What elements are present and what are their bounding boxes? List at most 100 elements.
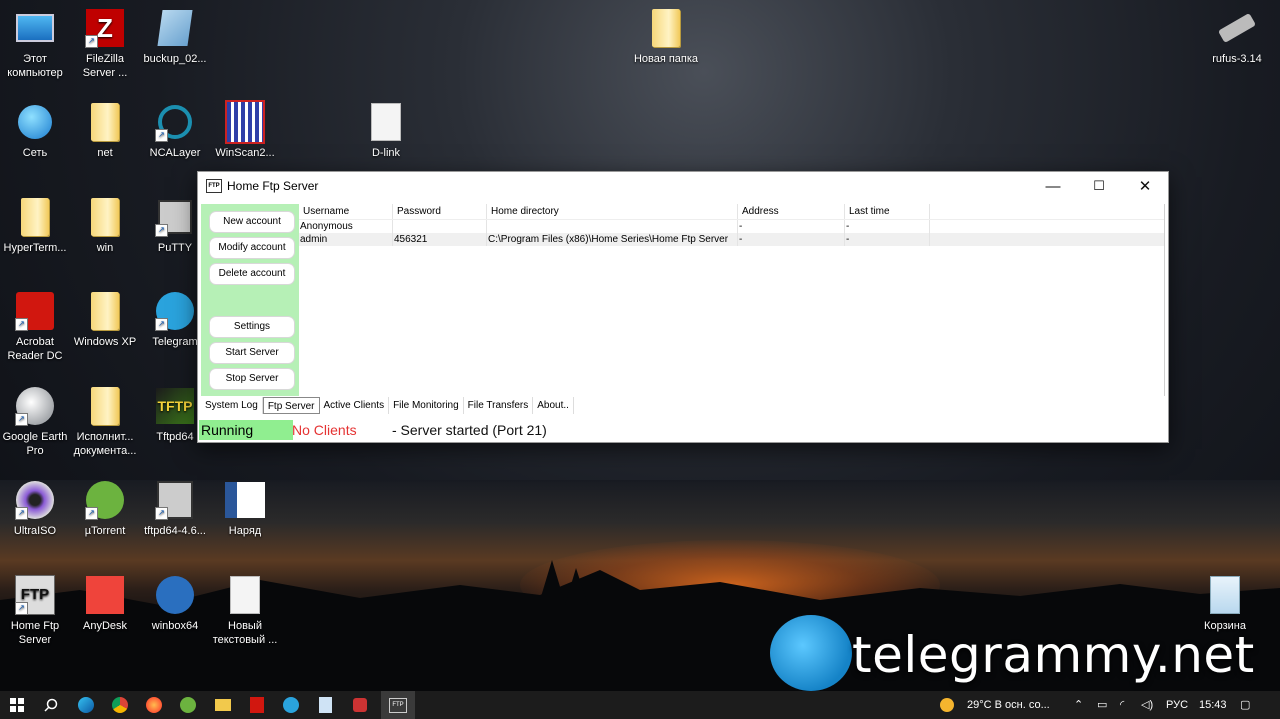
status-running: Running bbox=[199, 420, 293, 440]
acrobat-icon: ↗ bbox=[15, 291, 55, 331]
modify-account-button[interactable]: Modify account bbox=[209, 237, 295, 259]
desktop-icon-label: Home Ftp Server bbox=[10, 620, 60, 646]
desktop-icon[interactable]: Исполнит... документа... bbox=[70, 386, 140, 458]
start-server-button[interactable]: Start Server bbox=[209, 342, 295, 364]
telegram-taskbar-icon[interactable] bbox=[274, 691, 308, 719]
wifi-icon[interactable]: ◜ bbox=[1120, 691, 1124, 719]
desktop-icon-label: Сеть bbox=[22, 147, 48, 159]
folder-icon bbox=[85, 291, 125, 331]
anydesk-icon bbox=[85, 575, 125, 615]
tab-file-monitoring[interactable]: File Monitoring bbox=[389, 397, 464, 414]
desktop-icon[interactable]: Windows XP bbox=[70, 291, 140, 349]
battery-icon[interactable]: ▭ bbox=[1097, 691, 1107, 719]
tab-file-transfers[interactable]: File Transfers bbox=[464, 397, 534, 414]
desktop-icon[interactable]: Корзина bbox=[1190, 575, 1260, 633]
language-indicator[interactable]: РУС bbox=[1166, 691, 1188, 719]
desktop-icon[interactable]: HyperTerm... bbox=[0, 197, 70, 255]
desktop-icon-label: UltraISO bbox=[13, 525, 57, 537]
shortcut-arrow-icon: ↗ bbox=[85, 507, 98, 520]
utorrent-icon: ↗ bbox=[85, 480, 125, 520]
desktop-icon[interactable]: winbox64 bbox=[140, 575, 210, 633]
column-password[interactable]: Password bbox=[393, 204, 487, 219]
table-row[interactable]: Anonymous - - bbox=[299, 220, 1164, 233]
accounts-table[interactable]: Username Password Home directory Address… bbox=[299, 204, 1165, 396]
desktop-icon-label: WinScan2... bbox=[215, 147, 275, 159]
settings-button[interactable]: Settings bbox=[209, 316, 295, 338]
desktop-icon[interactable]: Этот компьютер bbox=[0, 8, 70, 80]
server-panel: New account Modify account Delete accoun… bbox=[201, 204, 1165, 396]
table-row[interactable]: admin 456321 C:\Program Files (x86)\Home… bbox=[299, 233, 1164, 246]
desktop-icon[interactable]: Новая папка bbox=[631, 8, 701, 66]
desktop-icon[interactable]: Наряд bbox=[210, 480, 280, 538]
notepad-taskbar-icon[interactable] bbox=[308, 691, 342, 719]
column-home-directory[interactable]: Home directory bbox=[487, 204, 738, 219]
tab-about[interactable]: About.. bbox=[533, 397, 574, 414]
close-button[interactable]: ✕ bbox=[1122, 172, 1168, 200]
maximize-button[interactable]: ☐ bbox=[1076, 172, 1122, 200]
search-icon[interactable] bbox=[34, 691, 68, 719]
tab-ftp-server[interactable]: Ftp Server bbox=[262, 397, 320, 414]
delete-account-button[interactable]: Delete account bbox=[209, 263, 295, 285]
usb-drive-icon bbox=[1217, 8, 1257, 48]
shortcut-arrow-icon: ↗ bbox=[155, 507, 168, 520]
edge-icon[interactable] bbox=[69, 691, 103, 719]
windows-start-icon[interactable] bbox=[0, 691, 34, 719]
status-clients: No Clients bbox=[292, 422, 357, 438]
desktop-icon[interactable]: ↗ Acrobat Reader DC bbox=[0, 291, 70, 363]
desktop-icon[interactable]: ↗ tftpd64-4.6... bbox=[140, 480, 210, 538]
desktop-icon[interactable]: net bbox=[70, 102, 140, 160]
weather-text[interactable]: 29°C В осн. со... bbox=[967, 691, 1050, 719]
desktop-icon[interactable]: ↗ UltraISO bbox=[0, 480, 70, 538]
filezilla-icon: Z ↗ bbox=[85, 8, 125, 48]
title-bar[interactable]: FTP Home Ftp Server — ☐ ✕ bbox=[198, 172, 1168, 200]
firefox-icon[interactable] bbox=[137, 691, 171, 719]
desktop-icon[interactable]: Z ↗ FileZilla Server ... bbox=[70, 8, 140, 80]
installer-icon: ↗ bbox=[155, 480, 195, 520]
shortcut-arrow-icon: ↗ bbox=[15, 602, 28, 615]
acrobat-taskbar-icon[interactable] bbox=[240, 691, 274, 719]
desktop-icon[interactable]: win bbox=[70, 197, 140, 255]
desktop-icon[interactable]: WinScan2... bbox=[210, 100, 280, 160]
stop-server-button[interactable]: Stop Server bbox=[209, 368, 295, 390]
desktop-icon[interactable]: ↗ Google Earth Pro bbox=[0, 386, 70, 458]
cell-username: Anonymous bbox=[299, 220, 393, 233]
clock[interactable]: 15:43 bbox=[1199, 691, 1227, 719]
cell-last-time: - bbox=[845, 233, 930, 246]
column-last-time[interactable]: Last time bbox=[845, 204, 930, 219]
desktop-icon[interactable]: Новый текстовый ... bbox=[210, 575, 280, 647]
new-account-button[interactable]: New account bbox=[209, 211, 295, 233]
desktop-icon-label: HyperTerm... bbox=[3, 242, 67, 254]
utorrent-taskbar-icon[interactable] bbox=[171, 691, 205, 719]
status-message: - Server started (Port 21) bbox=[392, 422, 547, 438]
desktop-icon[interactable]: ↗ NCALayer bbox=[140, 102, 210, 160]
desktop-icon-label: AnyDesk bbox=[82, 620, 128, 632]
desktop-icon[interactable]: FTP ↗ Home Ftp Server bbox=[0, 575, 70, 647]
desktop-icon-label: rufus-3.14 bbox=[1212, 53, 1262, 65]
weather-icon[interactable] bbox=[940, 691, 954, 719]
chrome-icon[interactable] bbox=[103, 691, 137, 719]
tool-taskbar-icon[interactable] bbox=[343, 691, 377, 719]
minimize-button[interactable]: — bbox=[1030, 172, 1076, 200]
tab-system-log[interactable]: System Log bbox=[201, 397, 263, 414]
word-doc-icon bbox=[225, 480, 265, 520]
home-ftp-taskbar-icon[interactable]: FTP bbox=[381, 691, 415, 719]
document-icon bbox=[366, 102, 406, 142]
file-explorer-icon[interactable] bbox=[206, 691, 240, 719]
desktop-icon[interactable]: ↗ µTorrent bbox=[70, 480, 140, 538]
desktop-icon-label: Этот компьютер bbox=[7, 53, 63, 79]
network-globe-icon bbox=[15, 102, 55, 142]
desktop-icon[interactable]: buckup_02... bbox=[140, 8, 210, 66]
shortcut-arrow-icon: ↗ bbox=[155, 129, 168, 142]
tab-active-clients[interactable]: Active Clients bbox=[320, 397, 390, 414]
cell-address: - bbox=[738, 233, 845, 246]
column-username[interactable]: Username bbox=[299, 204, 393, 219]
desktop-icon[interactable]: rufus-3.14 bbox=[1202, 8, 1272, 66]
winscan-icon bbox=[225, 100, 265, 144]
desktop-icon[interactable]: AnyDesk bbox=[70, 575, 140, 633]
tray-overflow-icon[interactable]: ⌃ bbox=[1074, 691, 1083, 719]
volume-icon[interactable]: ◁) bbox=[1141, 691, 1153, 719]
column-address[interactable]: Address bbox=[738, 204, 845, 219]
desktop-icon[interactable]: D-link bbox=[351, 102, 421, 160]
notifications-icon[interactable]: ▢ bbox=[1240, 691, 1250, 719]
desktop-icon[interactable]: Сеть bbox=[0, 102, 70, 160]
